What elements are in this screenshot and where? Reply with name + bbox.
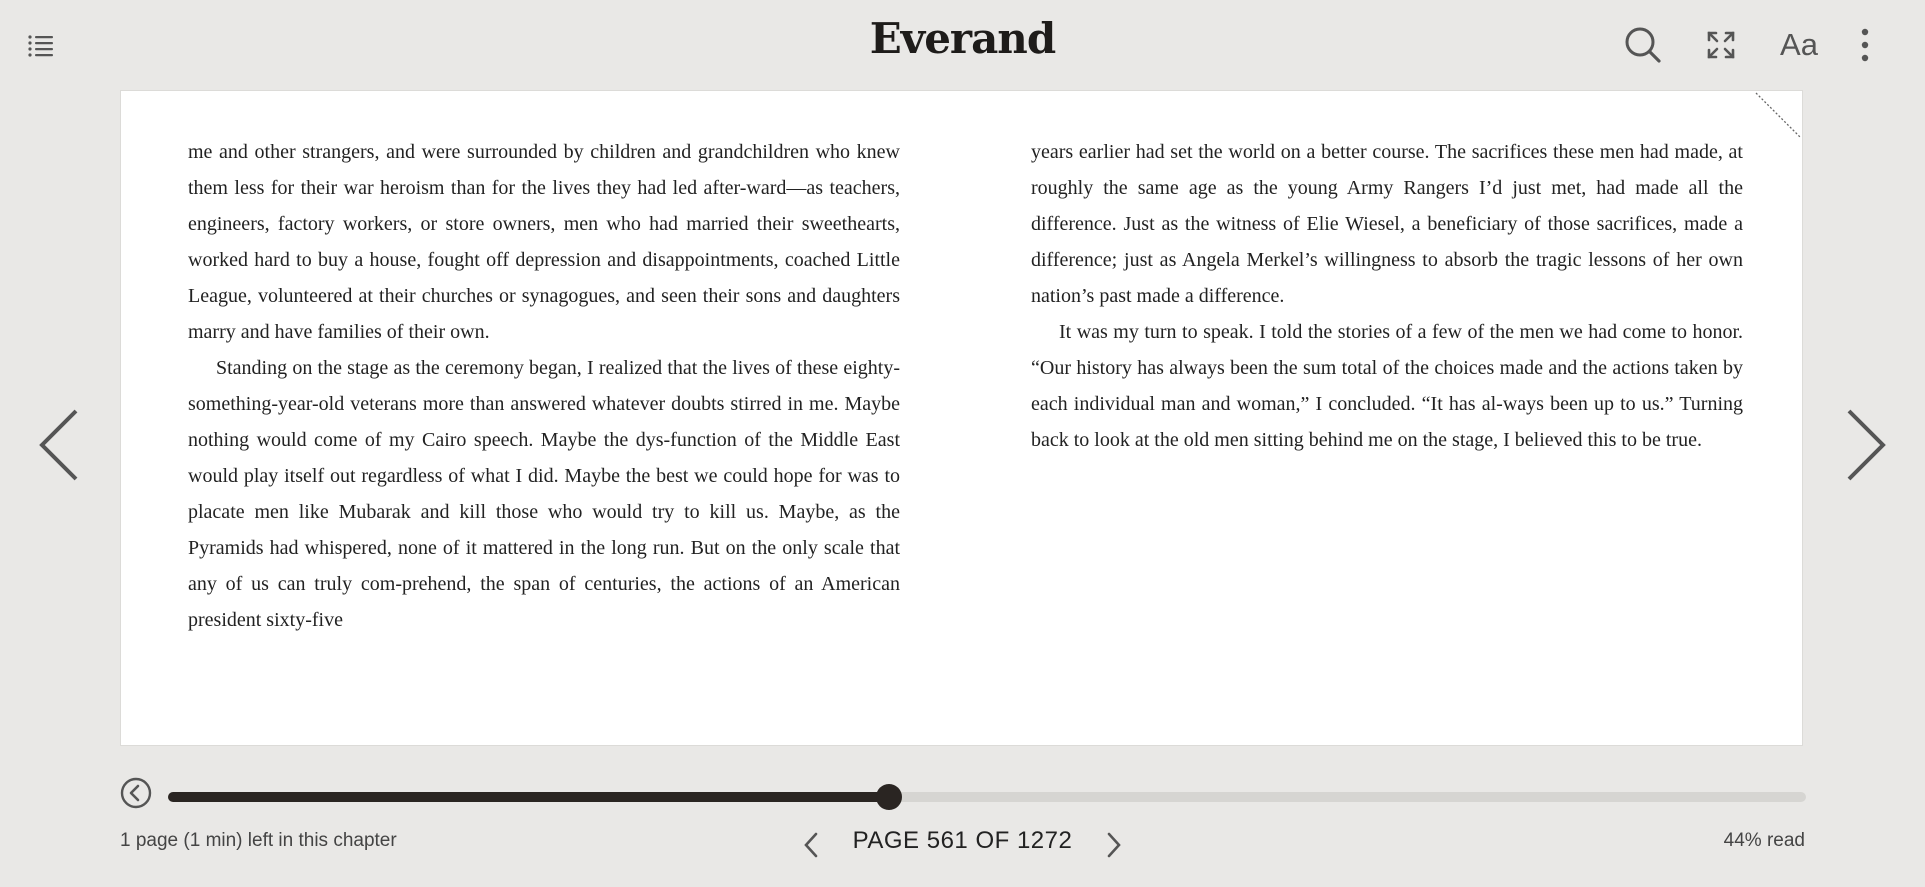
search-button[interactable] [1618,20,1668,70]
more-options-button[interactable] [1840,20,1890,70]
fullscreen-button[interactable] [1696,20,1746,70]
chevron-right-icon [1847,409,1886,481]
chevron-right-icon [1107,832,1121,858]
chevron-left-icon [39,409,78,481]
font-settings-icon: Aa [1780,27,1818,62]
return-to-position-button[interactable] [120,777,152,809]
slider-thumb[interactable] [875,784,902,810]
more-vertical-icon [1861,28,1869,62]
left-column: me and other strangers, and were surroun… [188,134,900,638]
top-bar: Everand Aa [0,0,1925,90]
page-navigator: PAGE 561 OF 1272 [0,822,1925,866]
previous-page-button[interactable] [36,405,86,485]
next-page-button[interactable] [1839,405,1889,485]
paragraph: years earlier had set the world on a bet… [1031,141,1743,307]
reading-progress-slider[interactable] [168,784,1806,810]
page-next-button[interactable] [1100,830,1128,860]
paragraph: me and other strangers, and were surroun… [188,141,900,343]
page-corner-fold[interactable] [1754,91,1802,139]
fullscreen-icon [1707,31,1735,59]
list-icon [28,35,53,57]
book-page: me and other strangers, and were surroun… [120,90,1803,746]
paragraph: Standing on the stage as the ceremony be… [188,357,900,631]
search-icon [1625,27,1661,63]
back-circle-icon [120,777,152,809]
percent-read-text: 44% read [1723,830,1805,851]
slider-fill [168,792,889,802]
paragraph: It was my turn to speak. I told the stor… [1031,321,1743,451]
right-column: years earlier had set the world on a bet… [1031,134,1743,458]
page-indicator: PAGE 561 OF 1272 [852,827,1073,854]
table-of-contents-button[interactable] [26,30,56,60]
font-settings-button[interactable]: Aa [1774,20,1824,70]
